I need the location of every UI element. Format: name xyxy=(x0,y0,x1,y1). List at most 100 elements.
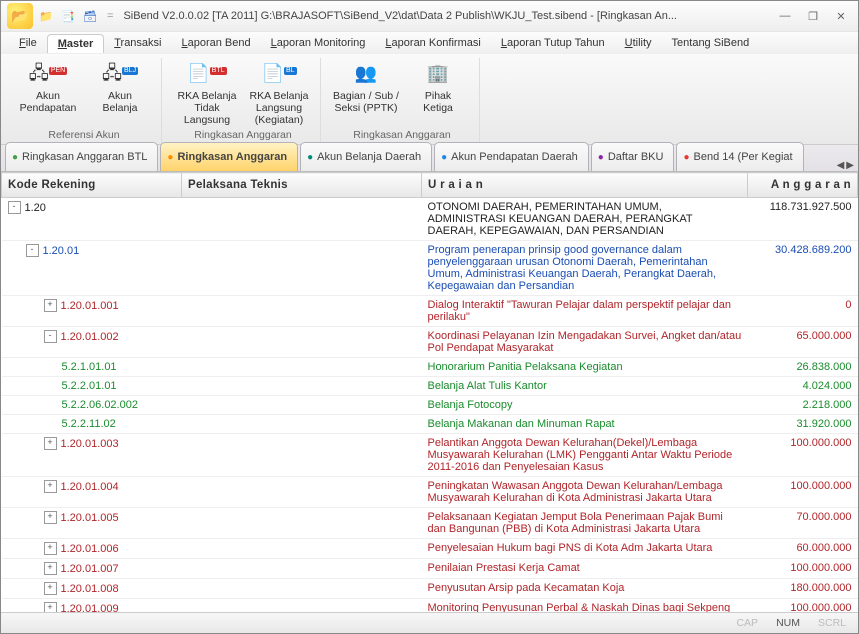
col-uraian[interactable]: U r a i a n xyxy=(422,173,748,198)
ribbon-btn-pihak-ketiga[interactable]: 🏢PihakKetiga xyxy=(405,58,471,114)
col-kode-rekening[interactable]: Kode Rekening xyxy=(2,173,182,198)
menu-laporan-bend[interactable]: Laporan Bend xyxy=(172,34,261,52)
tab-scroll-right[interactable]: ▶ xyxy=(846,160,854,171)
menu-laporan-monitoring[interactable]: Laporan Monitoring xyxy=(261,34,376,52)
ribbon-btn-akun-belanja[interactable]: 🖧BLJAkunBelanja xyxy=(87,58,153,114)
menu-transaksi[interactable]: Transaksi xyxy=(104,34,171,52)
row-uraian: Honorarium Panitia Pelaksana Kegiatan xyxy=(422,358,748,377)
tab-bend-14-per-kegiat[interactable]: ●Bend 14 (Per Kegiat xyxy=(676,142,803,171)
row-code: 1.20.01.005 xyxy=(61,512,119,524)
col-pelaksana-teknis[interactable]: Pelaksana Teknis xyxy=(182,173,422,198)
row-pelaksana xyxy=(182,377,422,396)
table-row[interactable]: +1.20.01.005 Pelaksanaan Kegiatan Jemput … xyxy=(2,508,858,539)
table-row[interactable]: +1.20.01.008Penyusutan Arsip pada Kecama… xyxy=(2,579,858,599)
table-row[interactable]: -1.20OTONOMI DAERAH, PEMERINTAHAN UMUM, … xyxy=(2,198,858,241)
status-bar: CAP NUM SCRL xyxy=(1,612,858,633)
row-pelaksana xyxy=(182,198,422,241)
menu-file[interactable]: File xyxy=(9,34,47,52)
menu-bar: FileMasterTransaksiLaporan BendLaporan M… xyxy=(1,31,858,54)
qat-btn-2[interactable]: 📑 xyxy=(59,7,77,25)
row-pelaksana xyxy=(182,241,422,296)
table-row[interactable]: 5.2.1.01.01Honorarium Panitia Pelaksana … xyxy=(2,358,858,377)
row-anggaran: 60.000.000 xyxy=(748,539,858,559)
org-icon: 🖧PEN xyxy=(31,58,65,88)
expand-icon[interactable]: + xyxy=(44,299,57,312)
table-row[interactable]: +1.20.01.009Monitoring Penyusunan Perbal… xyxy=(2,599,858,613)
restore-button[interactable]: ❐ xyxy=(802,10,824,23)
table-row[interactable]: +1.20.01.007Penilaian Prestasi Kerja Cam… xyxy=(2,559,858,579)
menu-tentang-sibend[interactable]: Tentang SiBend xyxy=(662,34,760,52)
tab-ringkasan-anggaran-btl[interactable]: ●Ringkasan Anggaran BTL xyxy=(5,142,158,171)
tab-scroll: ◀ ▶ xyxy=(837,160,854,171)
row-uraian: Penyusutan Arsip pada Kecamatan Koja xyxy=(422,579,748,599)
collapse-icon[interactable]: - xyxy=(8,201,21,214)
row-uraian: Program penerapan prinsip good governanc… xyxy=(422,241,748,296)
minimize-button[interactable]: — xyxy=(774,10,796,23)
quick-access-toolbar: 📁 📑 🗃 = xyxy=(37,7,117,25)
expand-icon[interactable]: + xyxy=(44,480,57,493)
row-uraian: OTONOMI DAERAH, PEMERINTAHAN UMUM, ADMIN… xyxy=(422,198,748,241)
expand-icon[interactable]: + xyxy=(44,582,57,595)
row-uraian: Pelaksanaan Kegiatan Jemput Bola Penerim… xyxy=(422,508,748,539)
tab-daftar-bku[interactable]: ●Daftar BKU xyxy=(591,142,675,171)
tab-scroll-left[interactable]: ◀ xyxy=(837,160,845,171)
status-cap: CAP xyxy=(736,617,758,629)
menu-master[interactable]: Master xyxy=(47,34,104,53)
row-anggaran: 26.838.000 xyxy=(748,358,858,377)
menu-laporan-konfirmasi[interactable]: Laporan Konfirmasi xyxy=(375,34,490,52)
table-row[interactable]: -1.20.01.002 Koordinasi Pelayanan Izin Me… xyxy=(2,327,858,358)
table-row[interactable]: +1.20.01.001Dialog Interaktif "Tawuran P… xyxy=(2,296,858,327)
row-code: 5.2.2.01.01 xyxy=(62,380,117,392)
tab-akun-pendapatan-daerah[interactable]: ●Akun Pendapatan Daerah xyxy=(434,142,589,171)
row-anggaran: 100.000.000 xyxy=(748,434,858,477)
table-row[interactable]: -1.20.01 Program penerapan prinsip good g… xyxy=(2,241,858,296)
menu-utility[interactable]: Utility xyxy=(615,34,662,52)
tab-dot-icon: ● xyxy=(598,152,604,163)
collapse-icon[interactable]: - xyxy=(26,244,39,257)
ribbon-btn-bagian-sub-seksi-pptk-[interactable]: 👥Bagian / Sub /Seksi (PPTK) xyxy=(333,58,399,114)
collapse-icon[interactable]: - xyxy=(44,330,57,343)
app-icon[interactable]: 📂 xyxy=(7,3,33,29)
row-code: 5.2.2.06.02.002 xyxy=(62,399,138,411)
table-row[interactable]: +1.20.01.003 Pelantikan Anggota Dewan Kel… xyxy=(2,434,858,477)
title-bar[interactable]: 📂 📁 📑 🗃 = SiBend V2.0.0.02 [TA 2011] G:\… xyxy=(1,1,858,31)
row-code: 1.20.01.002 xyxy=(61,331,119,343)
expand-icon[interactable]: + xyxy=(44,511,57,524)
expand-icon[interactable]: + xyxy=(44,562,57,575)
row-uraian: Koordinasi Pelayanan Izin Mengadakan Sur… xyxy=(422,327,748,358)
ribbon-btn-akun-pendapatan[interactable]: 🖧PENAkunPendapatan xyxy=(15,58,81,114)
row-pelaksana xyxy=(182,434,422,477)
expand-icon[interactable]: + xyxy=(44,542,57,555)
row-code: 1.20.01.006 xyxy=(61,543,119,555)
row-pelaksana xyxy=(182,327,422,358)
table-row[interactable]: 5.2.2.01.01Belanja Alat Tulis Kantor4.02… xyxy=(2,377,858,396)
menu-laporan-tutup-tahun[interactable]: Laporan Tutup Tahun xyxy=(491,34,615,52)
qat-btn-3[interactable]: 🗃 xyxy=(81,7,99,25)
tab-ringkasan-anggaran[interactable]: ●Ringkasan Anggaran xyxy=(160,142,298,171)
close-button[interactable]: ✕ xyxy=(830,10,852,23)
table-row[interactable]: 5.2.2.11.02Belanja Makanan dan Minuman R… xyxy=(2,415,858,434)
ribbon-btn-rka-belanja-tidak-langsung[interactable]: 📄BTLRKA BelanjaTidak Langsung xyxy=(174,58,240,126)
ribbon-btn-rka-belanja-langsung-kegiatan-[interactable]: 📄BLRKA BelanjaLangsung (Kegiatan) xyxy=(246,58,312,126)
tab-dot-icon: ● xyxy=(307,152,313,163)
row-anggaran: 2.218.000 xyxy=(748,396,858,415)
data-grid[interactable]: Kode Rekening Pelaksana Teknis U r a i a… xyxy=(1,172,858,612)
col-anggaran[interactable]: A n g g a r a n xyxy=(748,173,858,198)
row-code: 1.20.01.001 xyxy=(61,300,119,312)
table-row[interactable]: +1.20.01.006Penyelesaian Hukum bagi PNS … xyxy=(2,539,858,559)
qat-btn-1[interactable]: 📁 xyxy=(37,7,55,25)
table-row[interactable]: 5.2.2.06.02.002Belanja Fotocopy2.218.000 xyxy=(2,396,858,415)
row-code: 1.20.01.003 xyxy=(61,438,119,450)
ribbon: 🖧PENAkunPendapatan🖧BLJAkunBelanjaReferen… xyxy=(1,54,858,145)
row-anggaran: 100.000.000 xyxy=(748,477,858,508)
row-code: 1.20.01 xyxy=(43,245,80,257)
row-pelaksana xyxy=(182,415,422,434)
table-row[interactable]: +1.20.01.004Peningkatan Wawasan Anggota … xyxy=(2,477,858,508)
expand-icon[interactable]: + xyxy=(44,602,57,612)
row-anggaran: 100.000.000 xyxy=(748,599,858,613)
expand-icon[interactable]: + xyxy=(44,437,57,450)
tab-akun-belanja-daerah[interactable]: ●Akun Belanja Daerah xyxy=(300,142,432,171)
status-num: NUM xyxy=(776,617,800,629)
row-uraian: Pelantikan Anggota Dewan Kelurahan(Dekel… xyxy=(422,434,748,477)
status-scrl: SCRL xyxy=(818,617,846,629)
